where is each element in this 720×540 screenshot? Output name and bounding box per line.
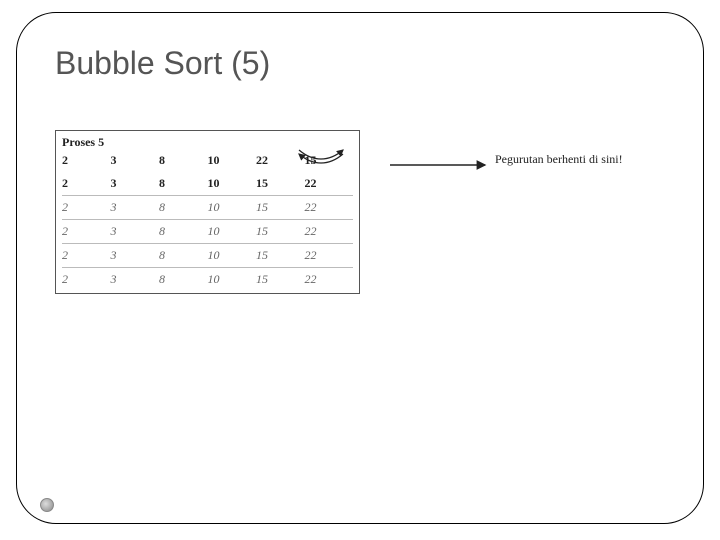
- cell: 2: [62, 172, 111, 196]
- table-row: 2 3 8 10 15 22: [62, 196, 353, 220]
- cell: 10: [208, 196, 257, 220]
- cell: 3: [111, 172, 160, 196]
- cell: 3: [111, 244, 160, 268]
- cell: 10: [208, 244, 257, 268]
- cell: 22: [305, 244, 354, 268]
- cell: 2: [62, 196, 111, 220]
- cell: 3: [111, 149, 160, 172]
- annotation-text: Pegurutan berhenti di sini!: [495, 152, 623, 167]
- cell: 3: [111, 220, 160, 244]
- cell: 8: [159, 244, 208, 268]
- cell: 10: [208, 268, 257, 292]
- page-title: Bubble Sort (5): [55, 45, 270, 82]
- cell: 8: [159, 149, 208, 172]
- cell: 2: [62, 220, 111, 244]
- cell: 15: [256, 244, 305, 268]
- cell: 3: [111, 196, 160, 220]
- cell: 10: [208, 172, 257, 196]
- cell: 2: [62, 268, 111, 292]
- cell: 8: [159, 220, 208, 244]
- cell: 10: [208, 220, 257, 244]
- cell: 8: [159, 172, 208, 196]
- cell: 22: [305, 268, 354, 292]
- cell: 2: [62, 244, 111, 268]
- cell: 22: [305, 196, 354, 220]
- slide: Bubble Sort (5) Proses 5 2 3 8 10 22 15 …: [0, 0, 720, 540]
- cell: 15: [305, 149, 354, 172]
- table-row: 2 3 8 10 22 15: [62, 149, 353, 172]
- table-row: 2 3 8 10 15 22: [62, 172, 353, 196]
- cell: 8: [159, 196, 208, 220]
- content: Proses 5 2 3 8 10 22 15 2 3 8 10 15 22: [55, 130, 360, 294]
- table-row: 2 3 8 10 15 22: [62, 268, 353, 292]
- cell: 15: [256, 196, 305, 220]
- cell: 8: [159, 268, 208, 292]
- process-box: Proses 5 2 3 8 10 22 15 2 3 8 10 15 22: [55, 130, 360, 294]
- cell: 22: [305, 172, 354, 196]
- cell: 15: [256, 172, 305, 196]
- page-marker-icon: [40, 498, 54, 512]
- cell: 3: [111, 268, 160, 292]
- cell: 15: [256, 220, 305, 244]
- cell: 15: [256, 268, 305, 292]
- cell: 22: [256, 149, 305, 172]
- cell: 2: [62, 149, 111, 172]
- table-row: 2 3 8 10 15 22: [62, 220, 353, 244]
- process-label: Proses 5: [62, 135, 353, 150]
- table-row: 2 3 8 10 15 22: [62, 244, 353, 268]
- sort-table: 2 3 8 10 22 15 2 3 8 10 15 22 2 3: [62, 149, 353, 291]
- cell: 10: [208, 149, 257, 172]
- cell: 22: [305, 220, 354, 244]
